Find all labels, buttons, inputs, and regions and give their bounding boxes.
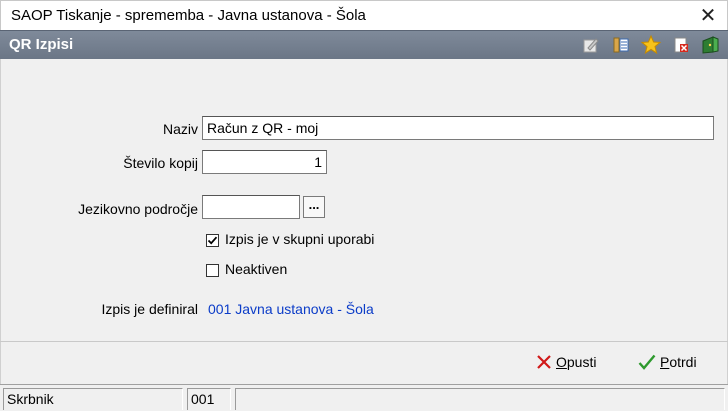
star-icon[interactable] bbox=[640, 34, 662, 56]
delete-icon[interactable] bbox=[670, 34, 692, 56]
check-icon bbox=[638, 354, 656, 370]
naziv-input[interactable]: Račun z QR - moj bbox=[202, 116, 714, 140]
edit-icon[interactable] bbox=[580, 34, 602, 56]
section-title: QR Izpisi bbox=[9, 36, 74, 53]
definiral-value: 001 Javna ustanova - Šola bbox=[208, 301, 374, 317]
jezik-browse-button[interactable]: ... bbox=[303, 196, 325, 218]
action-bar: Opusti Potrdi bbox=[0, 342, 728, 384]
cancel-accel: O bbox=[556, 354, 567, 370]
status-cell-info bbox=[235, 388, 725, 410]
confirm-accel: P bbox=[660, 354, 670, 370]
jezik-input[interactable] bbox=[202, 195, 300, 219]
skupni-label: Izpis je v skupni uporabi bbox=[225, 231, 375, 247]
neaktiven-label: Neaktiven bbox=[225, 261, 288, 277]
cancel-button[interactable]: Opusti bbox=[536, 354, 596, 370]
section-header: QR Izpisi bbox=[0, 30, 728, 60]
cancel-icon bbox=[537, 355, 551, 369]
close-icon[interactable]: ✕ bbox=[697, 3, 719, 28]
status-bar: Skrbnik 001 bbox=[0, 384, 728, 411]
kopij-label: Število kopij bbox=[123, 155, 198, 171]
kopij-input[interactable]: 1 bbox=[202, 150, 327, 174]
definiral-label: Izpis je definiral bbox=[101, 301, 199, 317]
exit-icon[interactable] bbox=[700, 34, 722, 56]
status-cell-user: Skrbnik bbox=[3, 388, 183, 410]
neaktiven-checkbox[interactable] bbox=[206, 264, 219, 277]
naziv-label: Naziv bbox=[162, 121, 198, 137]
list-icon[interactable] bbox=[610, 34, 632, 56]
cancel-label: pusti bbox=[566, 354, 597, 370]
form-area: Naziv Račun z QR - moj Število kopij 1 J… bbox=[0, 59, 728, 341]
window-titlebar: SAOP Tiskanje - sprememba - Javna ustano… bbox=[0, 0, 728, 31]
confirm-button[interactable]: Potrdi bbox=[638, 354, 697, 370]
window-title: SAOP Tiskanje - sprememba - Javna ustano… bbox=[11, 7, 366, 24]
skupni-checkbox[interactable] bbox=[206, 234, 219, 247]
status-cell-code: 001 bbox=[187, 388, 231, 410]
jezik-label: Jezikovno področje bbox=[78, 201, 198, 217]
confirm-label: otrdi bbox=[669, 354, 697, 370]
header-toolbar bbox=[580, 34, 722, 56]
